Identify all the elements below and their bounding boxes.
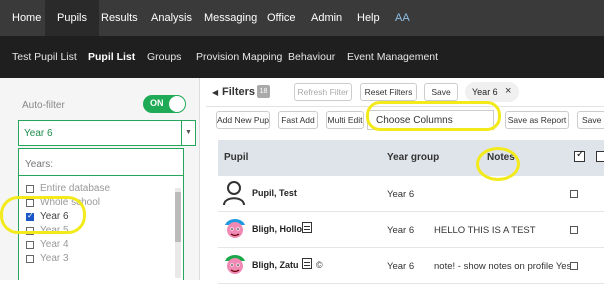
highlight-choose-columns: [366, 101, 501, 131]
nav-results[interactable]: Results: [101, 0, 138, 36]
pupil-year: Year 6: [387, 189, 415, 200]
sub-navigation: Test Pupil List Pupil List Groups Provis…: [0, 36, 604, 78]
nav-office[interactable]: Office: [267, 0, 296, 36]
reset-filters-button[interactable]: Reset Filters: [360, 83, 417, 101]
years-header: Years:: [25, 159, 53, 170]
filter-sidebar: Auto-filter ON Year 6 ▼ Years: Entire da…: [0, 78, 200, 280]
pupil-year: Year 6: [387, 261, 415, 272]
refresh-filter-button[interactable]: Refresh Filter: [294, 83, 352, 101]
checkbox[interactable]: [26, 185, 34, 193]
toggle-knob: [169, 96, 185, 112]
table-header: Pupil Year group Notes: [218, 140, 604, 176]
option-label: Year 4: [40, 239, 69, 250]
select-all-checkbox[interactable]: [574, 149, 585, 162]
pupil-name[interactable]: Bligh, Zatu: [252, 260, 299, 270]
column-header-year-group[interactable]: Year group: [387, 152, 439, 163]
user-avatar-icon: [223, 181, 245, 206]
notes-icon[interactable]: [302, 222, 312, 233]
save-as-button[interactable]: Save as: [577, 111, 604, 129]
divider: [19, 175, 183, 176]
subnav-groups[interactable]: Groups: [147, 36, 181, 78]
year-select-value: Year 6: [24, 128, 53, 139]
copyright-icon: ©: [316, 260, 323, 270]
column-header-pupil[interactable]: Pupil: [224, 152, 248, 163]
highlight-notes-column: [476, 147, 520, 181]
option-label: Year 3: [40, 253, 69, 264]
subnav-provision-mapping[interactable]: Provision Mapping: [196, 36, 282, 78]
table-row[interactable]: Pupil, Test Year 6: [218, 176, 604, 212]
chevron-down-icon[interactable]: ▼: [181, 121, 195, 145]
save-filter-button[interactable]: Save: [424, 83, 458, 101]
pupil-name[interactable]: Pupil, Test: [252, 188, 297, 198]
collapse-triangle-icon[interactable]: ◀: [212, 88, 218, 97]
pupil-note: HELLO THIS IS A TEST: [434, 225, 536, 236]
notes-icon[interactable]: [302, 258, 312, 269]
years-scrollbar[interactable]: [175, 188, 181, 278]
pupil-year: Year 6: [387, 225, 415, 236]
subnav-behaviour[interactable]: Behaviour: [288, 36, 335, 78]
nav-home[interactable]: Home: [12, 0, 41, 36]
header-checkbox[interactable]: [596, 151, 604, 162]
autofilter-label: Auto-filter: [22, 100, 65, 111]
checkbox[interactable]: [26, 241, 34, 249]
nav-help[interactable]: Help: [357, 0, 380, 36]
toggle-on-label: ON: [150, 98, 164, 108]
active-filter-label: Year 6: [472, 87, 498, 97]
scrollbar-thumb[interactable]: [175, 192, 181, 242]
nav-analysis[interactable]: Analysis: [151, 0, 192, 36]
cartoon-avatar-icon: [225, 255, 245, 274]
table-row[interactable]: Bligh, Hollo Year 6 HELLO THIS IS A TEST: [218, 212, 604, 248]
save-as-report-button[interactable]: Save as Report: [505, 111, 569, 129]
fast-add-button[interactable]: Fast Add: [278, 111, 318, 129]
checkbox[interactable]: [26, 255, 34, 263]
top-navigation: Home Pupils Results Analysis Messaging O…: [0, 0, 604, 36]
pupil-name[interactable]: Bligh, Hollo: [252, 224, 302, 234]
multi-edit-button[interactable]: Multi Edit: [326, 111, 364, 129]
highlight-year-6-option: [0, 196, 86, 234]
cartoon-avatar-icon: [225, 219, 245, 238]
add-new-pupil-button[interactable]: Add New Pupil: [216, 111, 270, 129]
nav-pupils[interactable]: Pupils: [45, 0, 99, 36]
subnav-event-management[interactable]: Event Management: [347, 36, 438, 78]
row-checkbox[interactable]: [570, 262, 578, 270]
active-filter-tag: Year 6 ×: [465, 82, 519, 102]
option-label: Entire database: [40, 183, 111, 194]
pupil-note: note! - show notes on profile Yes: [434, 261, 572, 272]
row-checkbox[interactable]: [570, 226, 578, 234]
nav-user-initials[interactable]: AA: [395, 0, 410, 36]
nav-admin[interactable]: Admin: [311, 0, 342, 36]
autofilter-toggle[interactable]: ON: [143, 95, 186, 113]
filters-count-badge: 18: [257, 85, 270, 98]
year-select[interactable]: Year 6 ▼: [18, 120, 196, 146]
filters-title: Filters: [222, 86, 256, 98]
table-row[interactable]: Bligh, Zatu © Year 6 note! - show notes …: [218, 248, 604, 284]
nav-messaging[interactable]: Messaging: [204, 0, 257, 36]
subnav-test-pupil-list[interactable]: Test Pupil List: [12, 36, 77, 78]
close-icon[interactable]: ×: [505, 85, 511, 97]
subnav-pupil-list[interactable]: Pupil List: [88, 36, 135, 78]
row-checkbox[interactable]: [570, 190, 578, 198]
